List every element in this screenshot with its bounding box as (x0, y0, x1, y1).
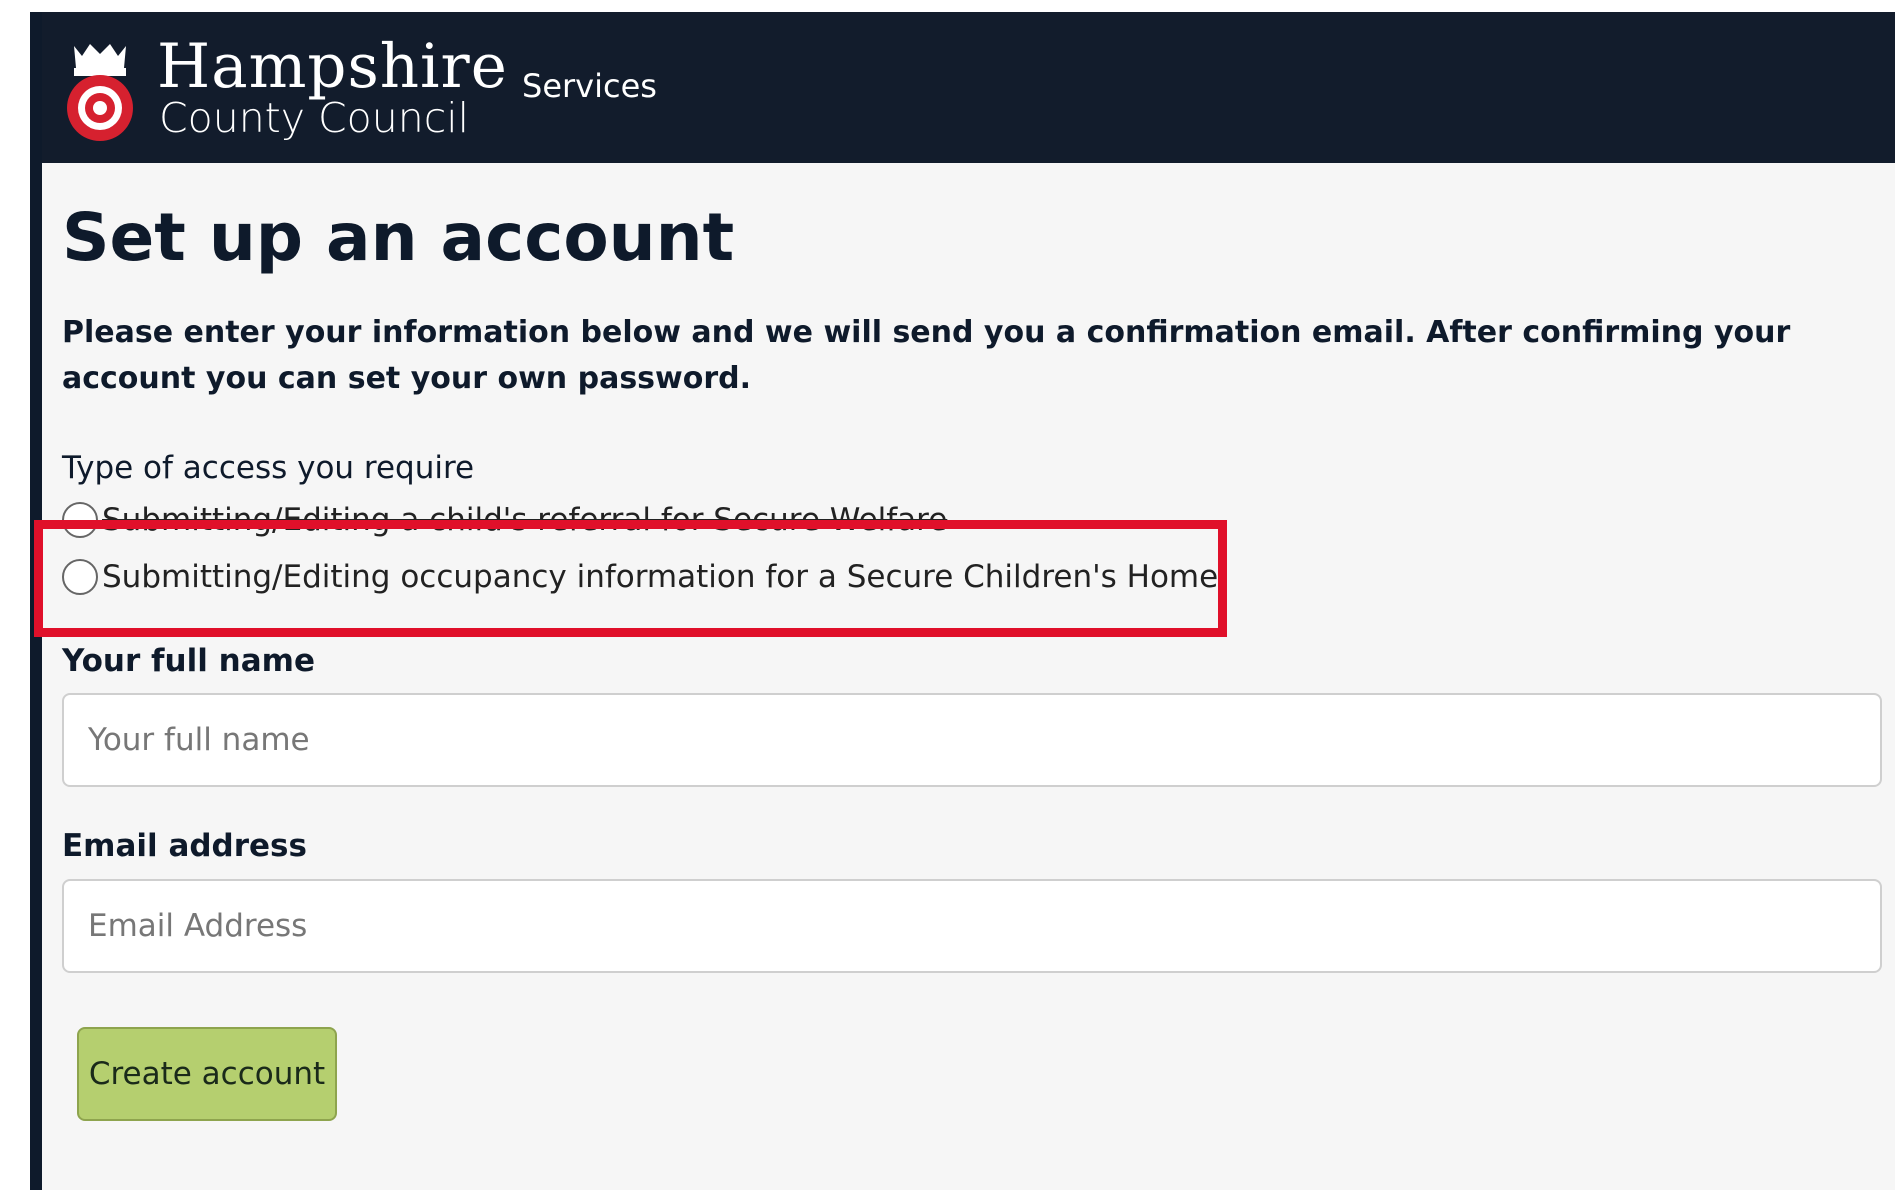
email-label: Email address (62, 828, 307, 864)
page-title: Set up an account (62, 199, 735, 276)
logo-subtitle[interactable]: County Council (159, 98, 469, 139)
intro-text: Please enter your information below and … (62, 315, 1791, 396)
hampshire-rose-crest-icon[interactable] (64, 38, 136, 150)
radio-button[interactable] (62, 559, 98, 595)
radio-button[interactable] (62, 502, 98, 538)
full-name-input[interactable] (62, 693, 1882, 787)
access-option-label: Submitting/Editing a child's referral fo… (102, 502, 948, 538)
create-account-button[interactable]: Create account (77, 1027, 337, 1121)
access-option-secure-welfare[interactable]: Submitting/Editing a child's referral fo… (62, 502, 947, 538)
browser-frame: Hampshire County Council Services (30, 12, 1895, 1190)
access-type-label: Type of access you require (62, 450, 475, 486)
email-input[interactable] (62, 879, 1882, 973)
full-name-label: Your full name (62, 643, 315, 679)
access-option-label: Submitting/Editing occupancy information… (102, 559, 1219, 595)
site-header: Hampshire County Council Services (42, 12, 1895, 163)
nav-services-link[interactable]: Services (522, 67, 657, 105)
logo-title[interactable]: Hampshire (157, 36, 508, 97)
access-option-childrens-home[interactable]: Submitting/Editing occupancy information… (62, 559, 1218, 595)
